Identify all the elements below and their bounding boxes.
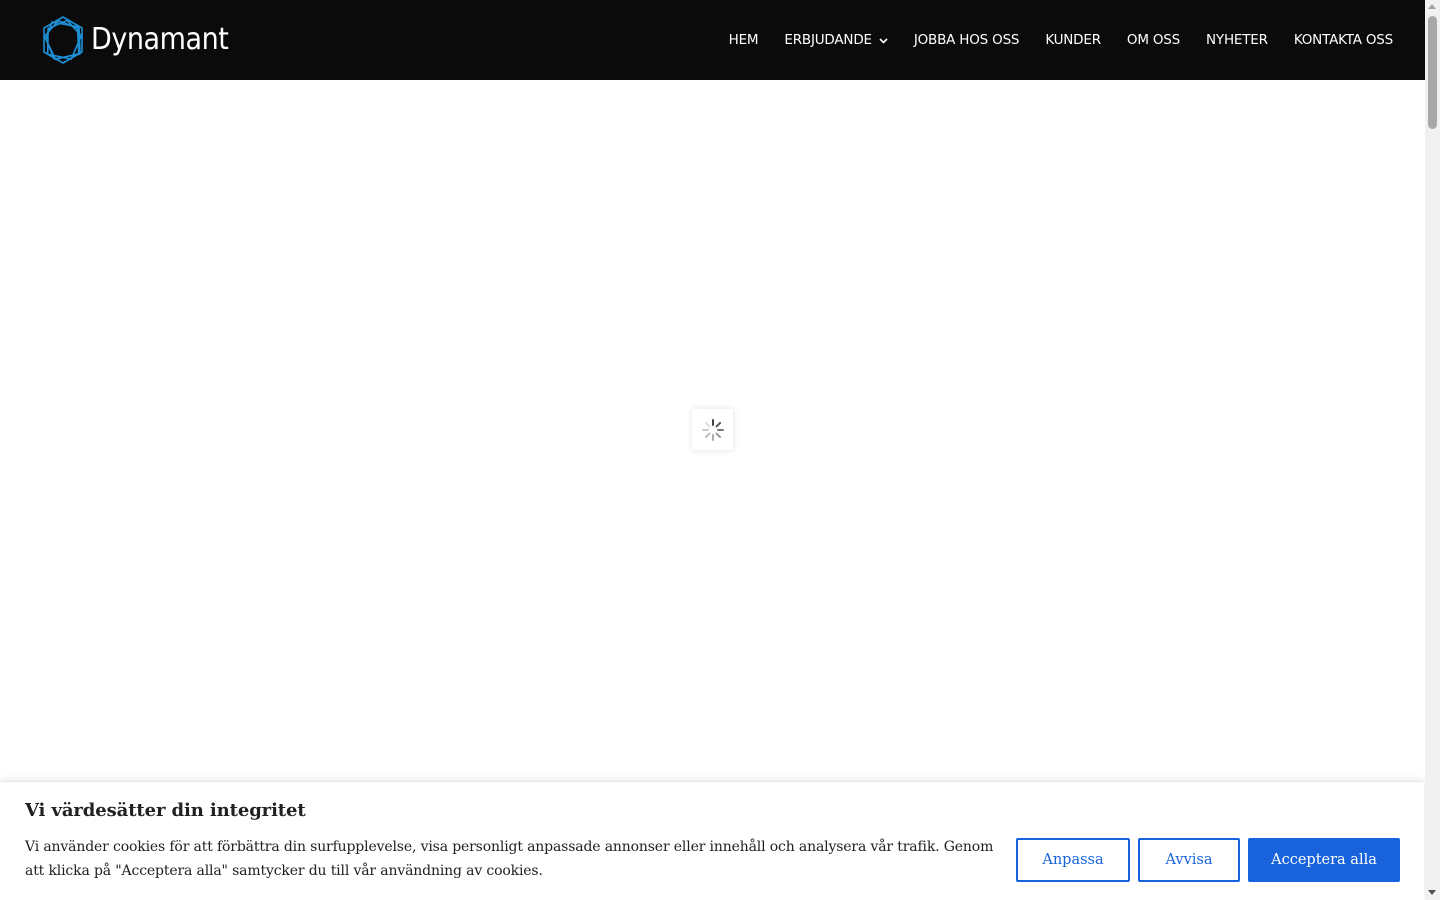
nav-item-label: JOBBA HOS OSS xyxy=(913,32,1020,48)
nav-item-label: ERBJUDANDE xyxy=(784,32,872,48)
nav-item-label: NYHETER xyxy=(1206,32,1268,48)
scrollbar-thumb[interactable] xyxy=(1428,16,1437,129)
cookie-banner-title: Vi värdesätter din integritet xyxy=(25,800,306,821)
page-content xyxy=(0,80,1425,900)
scroll-up-arrow-icon[interactable] xyxy=(1428,4,1436,9)
site-header: Dynamant HEM ERBJUDANDE JOBBA HOS OSS KU… xyxy=(0,0,1425,80)
nav-item-jobba-hos-oss[interactable]: JOBBA HOS OSS xyxy=(913,32,1020,48)
nav-item-kontakta-oss[interactable]: KONTAKTA OSS xyxy=(1294,32,1393,48)
customize-button[interactable]: Anpassa xyxy=(1016,838,1130,882)
site-logo[interactable]: Dynamant xyxy=(40,14,244,66)
accept-all-button[interactable]: Acceptera alla xyxy=(1248,838,1400,882)
logo-wordmark: Dynamant xyxy=(91,22,229,57)
cookie-banner-description: Vi använder cookies för att förbättra di… xyxy=(25,839,994,879)
scroll-down-arrow-icon[interactable] xyxy=(1428,890,1436,895)
nav-item-label: KUNDER xyxy=(1045,32,1101,48)
nav-item-label: OM OSS xyxy=(1126,32,1181,48)
nav-item-hem[interactable]: HEM xyxy=(729,32,759,48)
chevron-down-icon xyxy=(879,37,888,44)
browser-viewport: Dynamant HEM ERBJUDANDE JOBBA HOS OSS KU… xyxy=(0,0,1440,900)
spinner-icon xyxy=(701,418,724,441)
reject-button[interactable]: Avvisa xyxy=(1138,838,1240,882)
cookie-consent-banner: Vi värdesätter din integritet Vi använde… xyxy=(0,781,1424,900)
main-navigation: HEM ERBJUDANDE JOBBA HOS OSS KUNDER OM O… xyxy=(703,0,1394,80)
loading-indicator xyxy=(692,409,733,450)
dynamant-logo-mark-icon xyxy=(43,16,83,64)
nav-item-label: HEM xyxy=(728,32,759,48)
nav-item-kunder[interactable]: KUNDER xyxy=(1045,32,1101,48)
nav-item-label: KONTAKTA OSS xyxy=(1293,32,1393,48)
vertical-scrollbar[interactable] xyxy=(1425,0,1440,900)
nav-item-nyheter[interactable]: NYHETER xyxy=(1206,32,1268,48)
nav-item-erbjudande[interactable]: ERBJUDANDE xyxy=(784,32,888,48)
nav-item-om-oss[interactable]: OM OSS xyxy=(1127,32,1180,48)
